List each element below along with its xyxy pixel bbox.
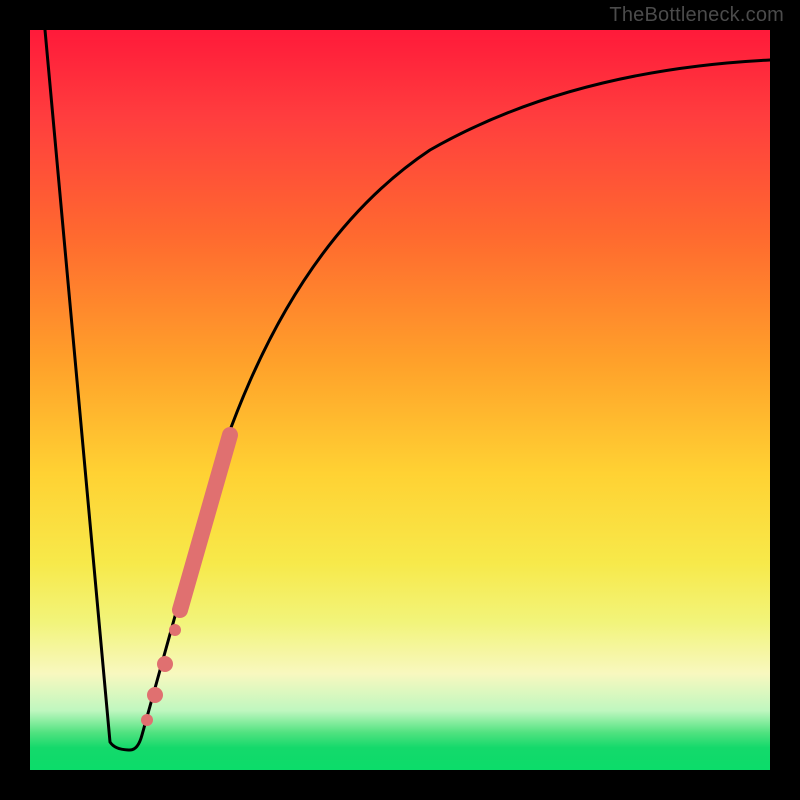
bottleneck-curve [45,30,770,750]
highlight-dot [147,687,163,703]
highlight-band [180,435,230,610]
watermark-text: TheBottleneck.com [609,4,784,27]
highlight-dot [141,714,153,726]
plot-area [30,30,770,770]
chart-frame: TheBottleneck.com [0,0,800,800]
curve-layer [30,30,770,770]
highlight-dot [157,656,173,672]
highlight-dot [169,624,181,636]
